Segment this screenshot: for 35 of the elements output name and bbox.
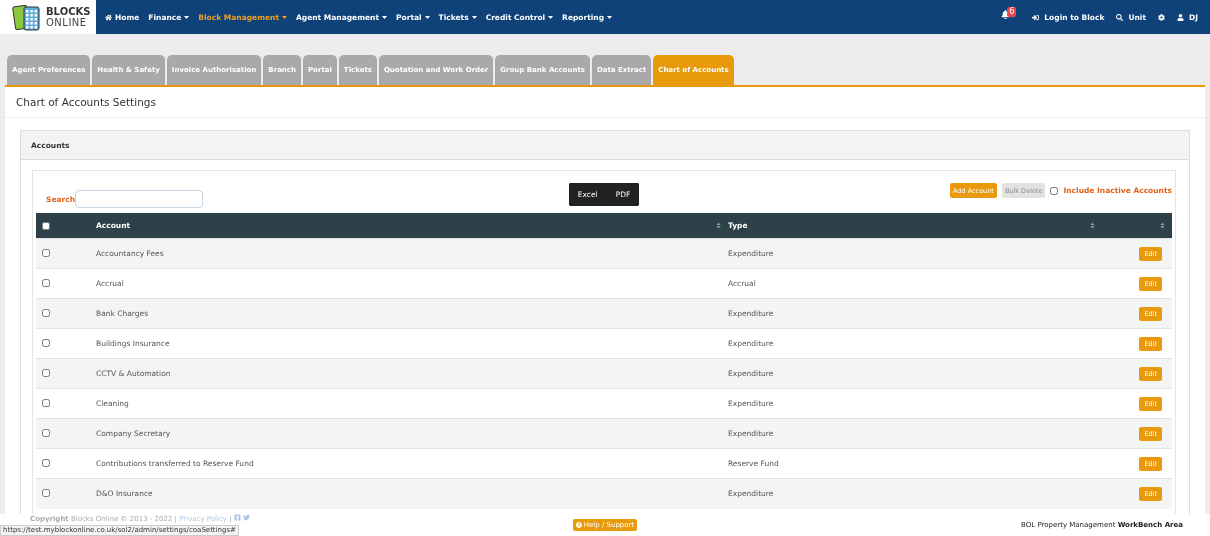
row-checkbox[interactable] xyxy=(42,278,50,287)
row-checkbox[interactable] xyxy=(42,398,50,407)
search-icon xyxy=(1116,13,1124,21)
caret-down-icon xyxy=(184,15,190,19)
settings-icon xyxy=(1157,13,1165,21)
row-checkbox[interactable] xyxy=(42,248,50,257)
row-checkbox[interactable] xyxy=(42,368,50,377)
caret-down-icon xyxy=(607,15,613,19)
sort-icon[interactable] xyxy=(715,222,722,229)
brand-name: ONLINE xyxy=(46,17,88,28)
brand-logo[interactable]: BLOCKS ONLINE xyxy=(0,0,96,34)
buildings-logo-icon xyxy=(12,3,42,31)
caret-down-icon xyxy=(424,15,430,19)
brand-name: BLOCKS xyxy=(46,6,91,17)
caret-down-icon xyxy=(382,15,388,19)
caret-down-icon xyxy=(471,15,477,19)
caret-down-icon xyxy=(548,15,554,19)
caret-down-icon xyxy=(282,15,287,19)
select-all-checkbox[interactable] xyxy=(42,221,50,230)
help-icon xyxy=(575,522,582,528)
notifications-button[interactable]: 6 xyxy=(1001,6,1017,28)
notification-count: 6 xyxy=(1007,7,1017,17)
sort-icon[interactable] xyxy=(1089,222,1096,229)
sort-icon[interactable] xyxy=(1159,222,1166,229)
row-checkbox[interactable] xyxy=(42,458,50,467)
home-icon xyxy=(105,13,112,21)
search-field[interactable] xyxy=(75,190,204,208)
row-checkbox[interactable] xyxy=(42,338,50,347)
row-checkbox[interactable] xyxy=(42,428,50,437)
sign-in-icon xyxy=(1032,13,1040,21)
row-checkbox[interactable] xyxy=(42,308,50,317)
user-icon xyxy=(1176,13,1184,21)
page-title: Chart of Accounts Settings xyxy=(5,87,1205,118)
row-checkbox[interactable] xyxy=(42,488,50,497)
nav-link[interactable] xyxy=(1157,13,1165,21)
